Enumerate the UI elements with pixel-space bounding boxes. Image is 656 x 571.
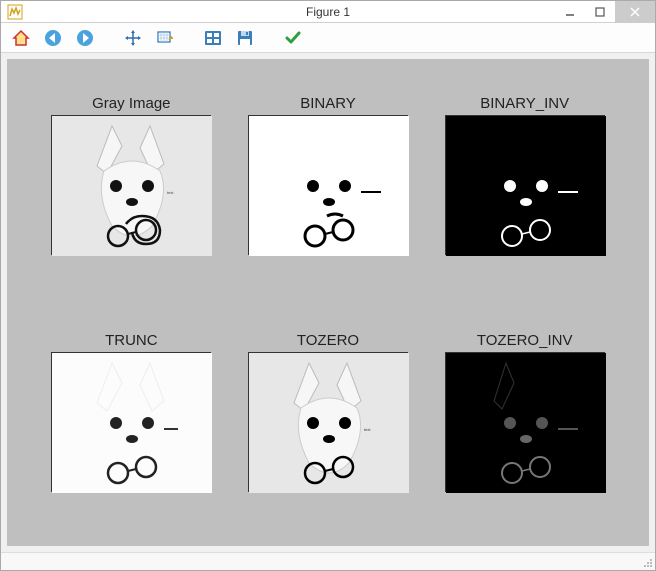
configure-subplots-icon bbox=[203, 28, 223, 48]
statusbar bbox=[1, 552, 655, 570]
window-controls bbox=[555, 1, 655, 23]
save-icon bbox=[235, 28, 255, 48]
toolbar bbox=[1, 23, 655, 53]
subplots-button[interactable] bbox=[201, 26, 225, 50]
subplot-title: BINARY_INV bbox=[480, 95, 569, 112]
home-button[interactable] bbox=[9, 26, 33, 50]
app-icon bbox=[7, 4, 23, 20]
subplot-tozero-inv: TOZERO_INV bbox=[440, 332, 609, 527]
figure-canvas[interactable]: Gray Image bbox=[7, 59, 649, 546]
home-icon bbox=[11, 28, 31, 48]
maximize-button[interactable] bbox=[585, 1, 615, 23]
resize-grip-icon[interactable] bbox=[643, 558, 653, 568]
back-button[interactable] bbox=[41, 26, 65, 50]
move-icon bbox=[123, 28, 143, 48]
canvas-container: Gray Image bbox=[1, 53, 655, 552]
figure-window: Figure 1 bbox=[0, 0, 656, 571]
subplot-tozero: TOZERO text bbox=[244, 332, 413, 527]
subplot-title: Gray Image bbox=[92, 95, 170, 112]
arrow-left-icon bbox=[43, 28, 63, 48]
subplot-image bbox=[445, 115, 605, 255]
arrow-right-icon bbox=[75, 28, 95, 48]
subplot-title: TRUNC bbox=[105, 332, 158, 349]
subplot-image: text bbox=[248, 352, 408, 492]
subplot-image bbox=[248, 115, 408, 255]
zoom-button[interactable] bbox=[153, 26, 177, 50]
subplot-gray: Gray Image bbox=[47, 95, 216, 290]
pan-button[interactable] bbox=[121, 26, 145, 50]
subplot-title: BINARY bbox=[300, 95, 356, 112]
check-button[interactable] bbox=[281, 26, 305, 50]
svg-text:text: text bbox=[167, 190, 174, 195]
minimize-button[interactable] bbox=[555, 1, 585, 23]
subplot-title: TOZERO_INV bbox=[477, 332, 573, 349]
subplot-grid: Gray Image bbox=[7, 59, 649, 546]
zoom-rect-icon bbox=[155, 28, 175, 48]
subplot-trunc: TRUNC bbox=[47, 332, 216, 527]
subplot-image: text bbox=[51, 115, 211, 255]
check-icon bbox=[283, 28, 303, 48]
close-button[interactable] bbox=[615, 1, 655, 23]
titlebar: Figure 1 bbox=[1, 1, 655, 23]
svg-text:text: text bbox=[364, 427, 371, 432]
forward-button[interactable] bbox=[73, 26, 97, 50]
subplot-binary: BINARY bbox=[244, 95, 413, 290]
subplot-image bbox=[51, 352, 211, 492]
save-button[interactable] bbox=[233, 26, 257, 50]
subplot-title: TOZERO bbox=[297, 332, 359, 349]
subplot-image bbox=[445, 352, 605, 492]
subplot-binary-inv: BINARY_INV bbox=[440, 95, 609, 290]
